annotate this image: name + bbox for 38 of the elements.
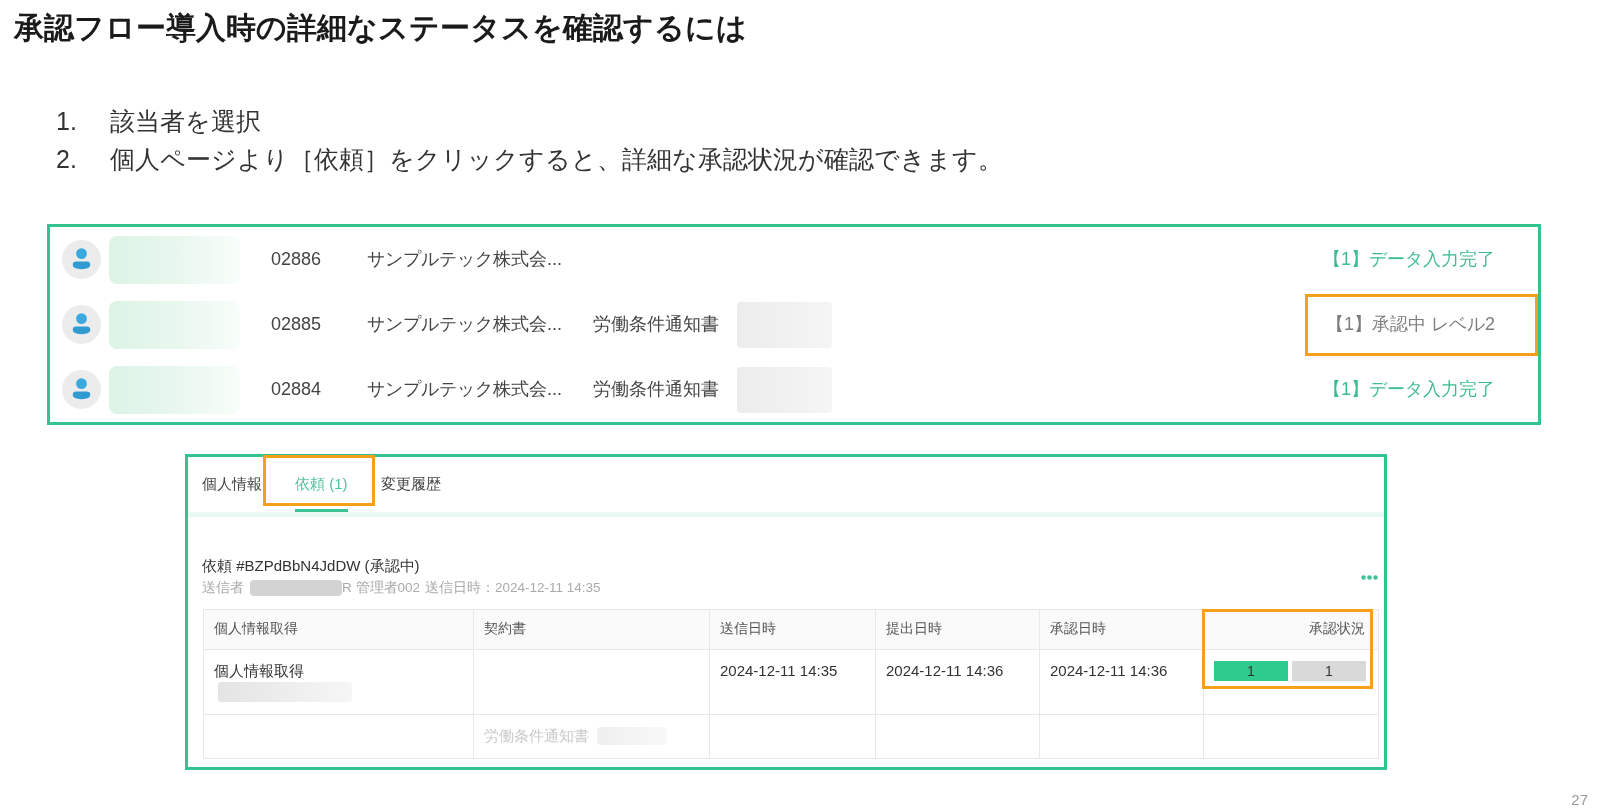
tab[interactable]: 変更履歴	[380, 457, 441, 512]
column-header: 提出日時	[875, 609, 1040, 650]
document-name: 労働条件通知書	[593, 313, 720, 336]
more-icon[interactable]	[1361, 574, 1378, 580]
avatar-icon	[62, 305, 101, 344]
page-number: 27	[1571, 792, 1588, 807]
step-number: 1.	[56, 106, 78, 138]
avatar-icon	[62, 240, 101, 279]
request-title: 依頼 #BZPdBbN4JdDW (承認中)	[202, 556, 421, 576]
company-name: サンプルテック株式会...	[367, 313, 563, 336]
column-header: 契約書	[473, 609, 710, 650]
column-header: 送信日時	[709, 609, 876, 650]
step-number: 2.	[56, 144, 78, 176]
employee-id: 02885	[271, 313, 323, 336]
status-text: 【1】データ入力完了	[1323, 378, 1495, 401]
table-cell: 2024-12-11 14:36	[1050, 661, 1168, 681]
table-cell: 2024-12-11 14:36	[886, 661, 1004, 681]
employee-id: 02884	[271, 378, 323, 401]
sent-date: 送信日時：2024-12-11 14:35	[425, 578, 601, 597]
tab[interactable]: 個人情報	[202, 457, 262, 512]
document-name: 労働条件通知書	[593, 378, 720, 401]
step-text: 個人ページより［依頼］をクリックすると、詳細な承認状況が確認できます。	[110, 144, 1003, 176]
table-cell: 2024-12-11 14:35	[720, 661, 838, 681]
company-name: サンプルテック株式会...	[367, 248, 563, 271]
sender-name: R 管理者002	[342, 578, 421, 597]
approval-step: 1	[1214, 661, 1288, 681]
status-text: 【1】データ入力完了	[1323, 248, 1495, 271]
company-name: サンプルテック株式会...	[367, 378, 563, 401]
table-cell: 個人情報取得	[214, 661, 304, 681]
status-text: 【1】承認中 レベル2	[1325, 313, 1495, 336]
column-header: 承認日時	[1039, 609, 1204, 650]
page-title: 承認フロー導入時の詳細なステータスを確認するには	[14, 10, 748, 46]
column-header: 個人情報取得	[203, 609, 474, 650]
employee-id: 02886	[271, 248, 323, 271]
step-text: 該当者を選択	[110, 106, 261, 138]
sender-label: 送信者	[202, 578, 244, 597]
avatar-icon	[62, 370, 101, 409]
approval-step: 1	[1292, 661, 1366, 681]
